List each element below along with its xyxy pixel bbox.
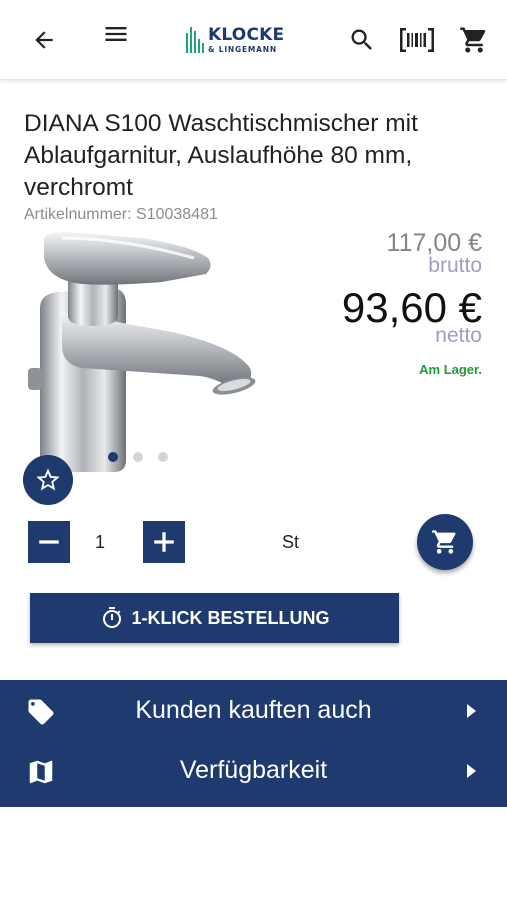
menu-button[interactable] bbox=[98, 16, 134, 52]
favorite-button[interactable] bbox=[23, 455, 73, 505]
section-label: Verfügbarkeit bbox=[179, 756, 328, 784]
quantity-decrease-button[interactable] bbox=[28, 521, 70, 563]
map-icon bbox=[29, 760, 53, 784]
timer-icon bbox=[102, 607, 121, 628]
quantity-unit: St bbox=[282, 532, 300, 552]
cart-button[interactable] bbox=[456, 22, 492, 58]
cart-icon bbox=[460, 27, 486, 53]
gallery-dot[interactable] bbox=[133, 452, 143, 462]
gallery-dot[interactable] bbox=[108, 452, 118, 462]
chevron-right-icon bbox=[467, 704, 476, 718]
stock-status: Am Lager. bbox=[419, 362, 482, 377]
price-net-label: netto bbox=[435, 324, 482, 347]
chevron-right-icon bbox=[467, 764, 476, 778]
tag-icon bbox=[28, 699, 54, 725]
arrow-back-icon bbox=[35, 31, 53, 49]
one-click-label: 1-KLICK BESTELLUNG bbox=[131, 607, 330, 628]
product-image[interactable] bbox=[22, 228, 262, 473]
search-icon bbox=[351, 29, 372, 50]
product-title: DIANA S100 Waschtischmischer mit Ablaufg… bbox=[24, 110, 418, 201]
section-availability[interactable]: Verfügbarkeit bbox=[0, 741, 507, 801]
menu-icon bbox=[105, 27, 127, 41]
back-button[interactable] bbox=[26, 22, 62, 58]
search-button[interactable] bbox=[344, 22, 380, 58]
add-to-cart-button[interactable] bbox=[417, 514, 473, 570]
barcode-scan-icon bbox=[400, 28, 434, 52]
cart-icon bbox=[432, 530, 456, 554]
section-customers-also-bought[interactable]: Kunden kauften auch bbox=[0, 681, 507, 741]
barcode-scan-button[interactable] bbox=[399, 22, 435, 58]
article-number: Artikelnummer: S10038481 bbox=[24, 206, 218, 223]
app-bar: KLOCKE & LINGEMANN bbox=[0, 0, 507, 80]
quantity-value[interactable]: 1 bbox=[88, 532, 112, 553]
plus-icon bbox=[154, 532, 174, 552]
brand-sub: & LINGEMANN bbox=[208, 44, 277, 54]
logo-mark bbox=[186, 27, 204, 53]
price-gross-label: brutto bbox=[428, 254, 482, 277]
minus-icon bbox=[39, 540, 59, 544]
section-label: Kunden kauften auch bbox=[135, 696, 372, 724]
gallery-dot[interactable] bbox=[158, 452, 168, 462]
quantity-increase-button[interactable] bbox=[143, 521, 185, 563]
gallery-indicator bbox=[108, 452, 168, 462]
brand-name: KLOCKE bbox=[208, 24, 285, 45]
star-outline-icon bbox=[36, 468, 60, 491]
section-list: Kunden kauften auch Verfügbarkeit bbox=[0, 680, 507, 807]
one-click-order-button[interactable]: 1-KLICK BESTELLUNG bbox=[30, 593, 399, 643]
brand-logo[interactable]: KLOCKE & LINGEMANN bbox=[186, 20, 302, 60]
